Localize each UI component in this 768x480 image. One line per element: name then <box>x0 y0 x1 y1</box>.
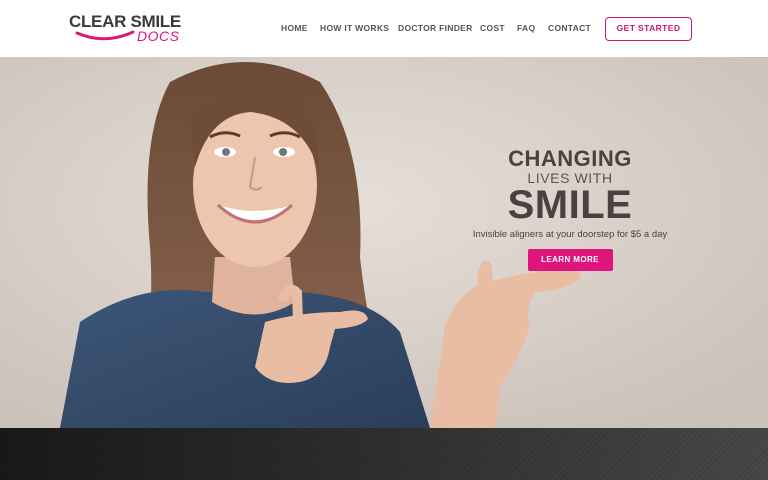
nav-item-home[interactable]: HOME <box>281 23 308 33</box>
brand-logo[interactable]: CLEAR SMILE DOCS <box>69 12 181 44</box>
textured-footer-band <box>0 428 768 480</box>
logo-subword: DOCS <box>137 28 180 44</box>
nav-item-faq[interactable]: FAQ <box>517 23 535 33</box>
nav-item-contact[interactable]: CONTACT <box>548 23 591 33</box>
site-header: CLEAR SMILE DOCS HOME HOW IT WORKS DOCTO… <box>0 0 768 57</box>
learn-more-button[interactable]: LEARN MORE <box>527 249 613 271</box>
nav-item-doctor-finder[interactable]: DOCTOR FINDER <box>398 23 473 33</box>
hero-section: CHANGING LIVES WITH SMILE Invisible alig… <box>0 57 768 428</box>
hero-title-line1: CHANGING <box>508 146 632 171</box>
get-started-button[interactable]: GET STARTED <box>605 17 692 41</box>
nav-item-cost[interactable]: COST <box>480 23 505 33</box>
logo-swoosh-icon <box>75 30 135 41</box>
hero-heading-block: CHANGING LIVES WITH SMILE Invisible alig… <box>470 147 670 271</box>
band-gradient-overlay <box>0 428 768 480</box>
hero-subtitle: Invisible aligners at your doorstep for … <box>472 229 668 240</box>
nav-item-how-it-works[interactable]: HOW IT WORKS <box>320 23 389 33</box>
hero-title-line3: SMILE <box>507 183 633 227</box>
